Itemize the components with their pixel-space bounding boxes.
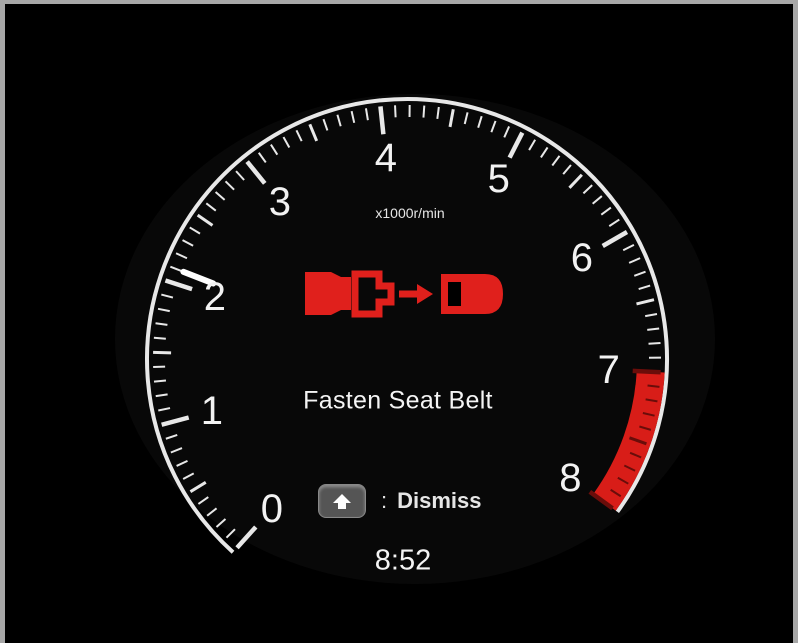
scale-label-3: 3: [268, 180, 291, 225]
minor-tick: [648, 342, 661, 345]
dismiss-separator: :: [381, 488, 388, 513]
scale-label-2: 2: [203, 274, 226, 319]
scale-label-4: 4: [374, 136, 397, 181]
units-label: x1000r/min: [375, 205, 445, 221]
dismiss-label: Dismiss: [397, 488, 482, 513]
warning-message: Fasten Seat Belt: [303, 386, 493, 415]
scale-label-5: 5: [487, 157, 510, 202]
minor-tick: [647, 384, 660, 388]
clock-time: 8:52: [374, 544, 432, 577]
minor-tick: [394, 105, 397, 118]
scale-label-8: 8: [559, 455, 582, 500]
scale-label-0: 0: [260, 487, 283, 532]
up-arrow-icon: [333, 494, 351, 509]
minor-tick: [422, 105, 426, 118]
instrument-cluster-display: 0 1 2 3 4 5 6 7 8 x1000r/min Fasten Seat Belt : …: [0, 0, 798, 643]
dismiss-button[interactable]: [318, 484, 366, 518]
scale-label-6: 6: [570, 236, 594, 280]
minor-tick: [153, 336, 166, 340]
scale-label-1: 1: [200, 389, 223, 434]
scale-label-7: 7: [597, 347, 620, 392]
seatbelt-warning-icon: [305, 270, 503, 318]
minor-tick: [153, 379, 167, 383]
major-tick: [378, 106, 386, 135]
major-tick: [632, 368, 661, 375]
dismiss-hint: : Dismiss: [318, 483, 482, 519]
